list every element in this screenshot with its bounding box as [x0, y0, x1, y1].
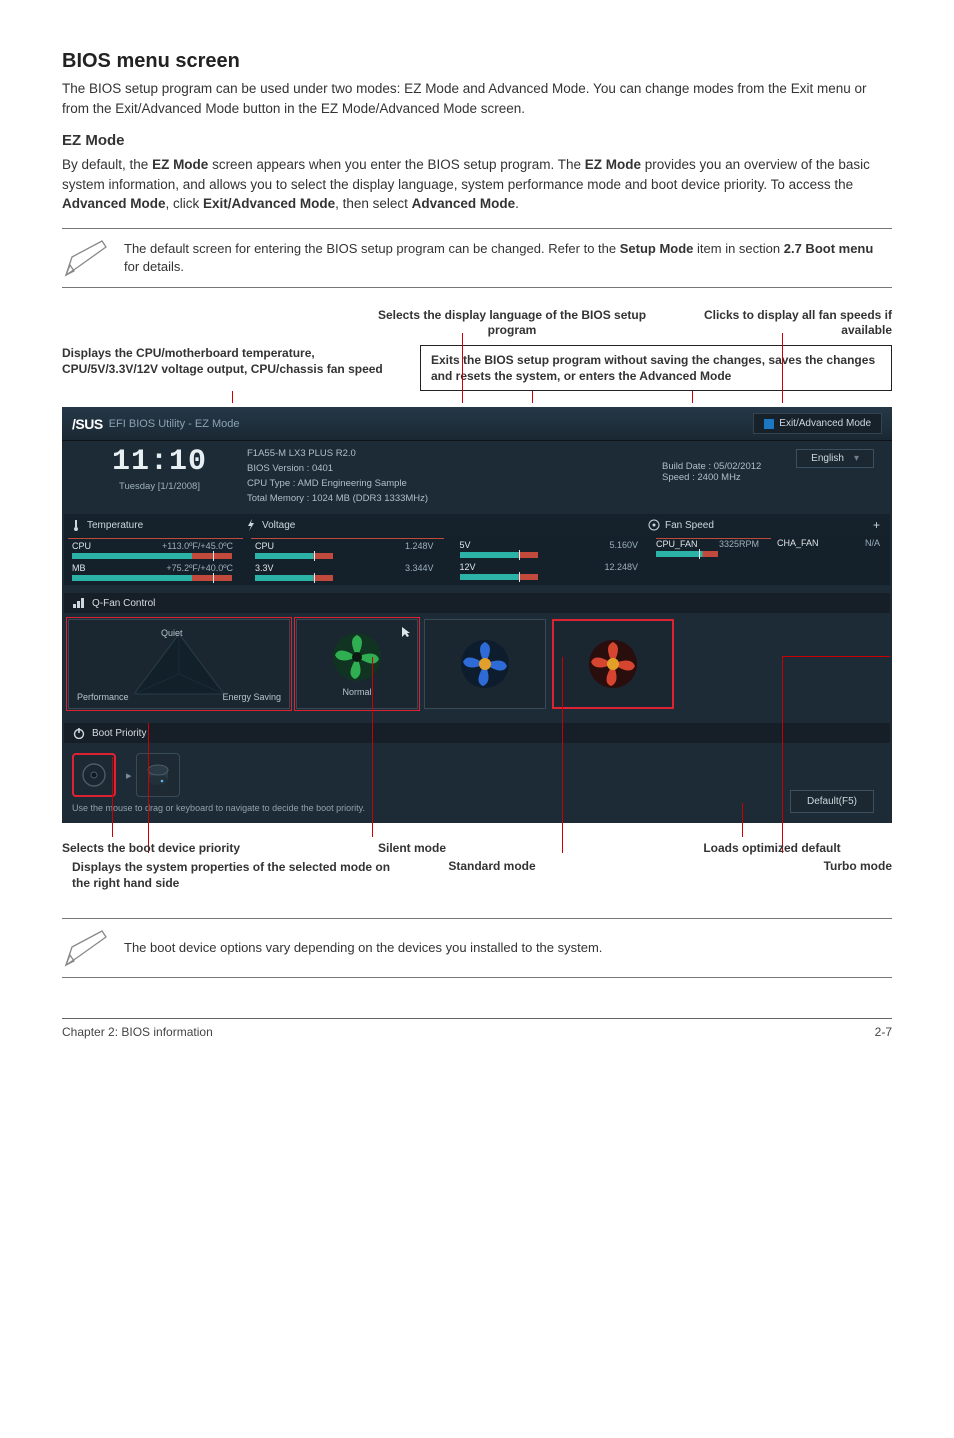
boot-priority-label: Boot Priority	[92, 728, 146, 739]
cursor-icon	[401, 626, 411, 638]
note-1-text: The default screen for entering the BIOS…	[114, 240, 892, 276]
pencil-note-icon	[62, 927, 114, 969]
boot-priority-area: ▸ Use the mouse to drag or keyboard to n…	[62, 743, 892, 823]
default-f5-button[interactable]: Default(F5)	[790, 790, 874, 813]
language-select[interactable]: English ▾	[796, 449, 874, 468]
temp-mb-label: MB	[72, 563, 104, 573]
fan-blade-icon-blue	[459, 638, 511, 690]
fan-cha-label: CHA_FAN	[777, 538, 819, 548]
cpu-type: CPU Type : AMD Engineering Sample	[247, 477, 662, 492]
temp-cpu-label: CPU	[72, 541, 104, 551]
disc-icon	[81, 762, 107, 788]
heading-bios-menu-screen: BIOS menu screen	[62, 50, 892, 73]
note-2-text: The boot device options vary depending o…	[114, 939, 892, 957]
volt-cpu-label: CPU	[255, 541, 287, 551]
volt-header-label: Voltage	[262, 520, 295, 531]
pyramid-energy-label: Energy Saving	[222, 692, 281, 702]
annot-top-cpu: Displays the CPU/motherboard temperature…	[62, 345, 412, 391]
fan-mode-turbo[interactable]	[552, 619, 674, 709]
intro-paragraph: The BIOS setup program can be used under…	[62, 79, 892, 118]
boot-device-2[interactable]	[136, 753, 180, 797]
fan-header-label: Fan Speed	[665, 520, 714, 531]
heading-ez-mode: EZ Mode	[62, 132, 892, 149]
annot-turbo-mode: Turbo mode	[752, 859, 892, 891]
language-label: English	[811, 453, 844, 464]
pyramid-perf-label: Performance	[77, 692, 129, 702]
thermometer-icon	[70, 519, 82, 531]
annot-default: Loads optimized default	[652, 841, 892, 855]
fan-cpu-value: 3325RPM	[719, 539, 765, 549]
annot-top-exit-box: Exits the BIOS setup program without sav…	[420, 345, 892, 391]
temp-cpu-value: +113.0ºF/+45.0ºC	[162, 541, 239, 551]
volt-12-value: 12.248V	[604, 562, 644, 572]
fan-cpu-label: CPU_FAN	[656, 539, 698, 549]
qfan-section-header: Q-Fan Control	[64, 593, 890, 613]
cpu-speed: Speed : 2400 MHz	[662, 472, 882, 483]
fan-icon	[648, 519, 660, 531]
annot-silent-mode: Silent mode	[337, 841, 487, 855]
exit-arrow-icon	[764, 419, 774, 429]
boot-hint-text: Use the mouse to drag or keyboard to nav…	[64, 801, 890, 813]
fan-cha-value: N/A	[865, 538, 886, 548]
footer-page: 2-7	[875, 1025, 892, 1039]
boot-priority-header: Boot Priority	[64, 723, 890, 743]
asus-logo: /SUS	[72, 416, 103, 432]
annot-top-language: Selects the display language of the BIOS…	[362, 308, 662, 339]
qfan-icon	[72, 597, 86, 609]
temp-mb-value: +75.2ºF/+40.0ºC	[166, 563, 239, 573]
board-model: F1A55-M LX3 PLUS R2.0	[247, 447, 662, 462]
pyramid-quiet-label: Quiet	[161, 628, 183, 638]
bios-version: BIOS Version : 0401	[247, 462, 662, 477]
monitor-data: CPU +113.0ºF/+45.0ºC MB +75.2ºF/+40.0ºC CP…	[64, 536, 890, 585]
fan-mode-standard[interactable]	[424, 619, 546, 709]
system-performance-pyramid[interactable]: Quiet Performance Energy Saving	[68, 619, 290, 709]
volt-5-label: 5V	[460, 540, 492, 550]
note-2: The boot device options vary depending o…	[62, 918, 892, 978]
annot-system-props: Displays the system properties of the se…	[62, 859, 392, 891]
annot-standard-mode: Standard mode	[392, 859, 592, 891]
annot-top-fan: Clicks to display all fan speeds if avai…	[662, 308, 892, 339]
volt-12-label: 12V	[460, 562, 492, 572]
expand-fan-button[interactable]: +	[873, 518, 884, 532]
exit-button-label: Exit/Advanced Mode	[779, 418, 871, 429]
monitor-headers: Temperature Voltage Fan Speed +	[64, 514, 890, 536]
annot-boot-priority: Selects the boot device priority	[62, 841, 337, 855]
bolt-icon	[245, 519, 257, 531]
qfan-row: Quiet Performance Energy Saving Normal	[62, 613, 892, 715]
note-1: The default screen for entering the BIOS…	[62, 228, 892, 288]
boot-play-icon: ▸	[126, 769, 132, 782]
boot-device-1[interactable]	[72, 753, 116, 797]
footer-chapter: Chapter 2: BIOS information	[62, 1025, 213, 1039]
status-row: 11:10 Tuesday [1/1/2008] F1A55-M LX3 PLU…	[62, 441, 892, 514]
volt-cpu-value: 1.248V	[405, 541, 440, 551]
fan-blade-icon-green	[331, 631, 383, 683]
fan-mode-normal-label: Normal	[342, 687, 371, 697]
fan-blade-icon-red	[587, 638, 639, 690]
chevron-down-icon: ▾	[854, 453, 859, 464]
fan-mode-normal[interactable]: Normal	[296, 619, 418, 709]
volt-33-value: 3.344V	[405, 563, 440, 573]
pencil-note-icon	[62, 237, 114, 279]
clock-date: Tuesday [1/1/2008]	[72, 481, 247, 492]
volt-5-value: 5.160V	[609, 540, 644, 550]
exit-advanced-mode-button[interactable]: Exit/Advanced Mode	[753, 413, 882, 434]
bios-header: /SUS EFI BIOS Utility - EZ Mode Exit/Adv…	[62, 407, 892, 441]
volt-33-label: 3.3V	[255, 563, 287, 573]
power-icon	[72, 727, 86, 739]
bios-header-title: EFI BIOS Utility - EZ Mode	[109, 418, 240, 430]
qfan-title-label: Q-Fan Control	[92, 598, 155, 609]
ez-paragraph: By default, the EZ Mode screen appears w…	[62, 155, 892, 214]
total-memory: Total Memory : 1024 MB (DDR3 1333MHz)	[247, 492, 662, 507]
bios-screenshot: /SUS EFI BIOS Utility - EZ Mode Exit/Adv…	[62, 407, 892, 823]
temp-header-label: Temperature	[87, 520, 143, 531]
clock-time: 11:10	[72, 447, 247, 477]
